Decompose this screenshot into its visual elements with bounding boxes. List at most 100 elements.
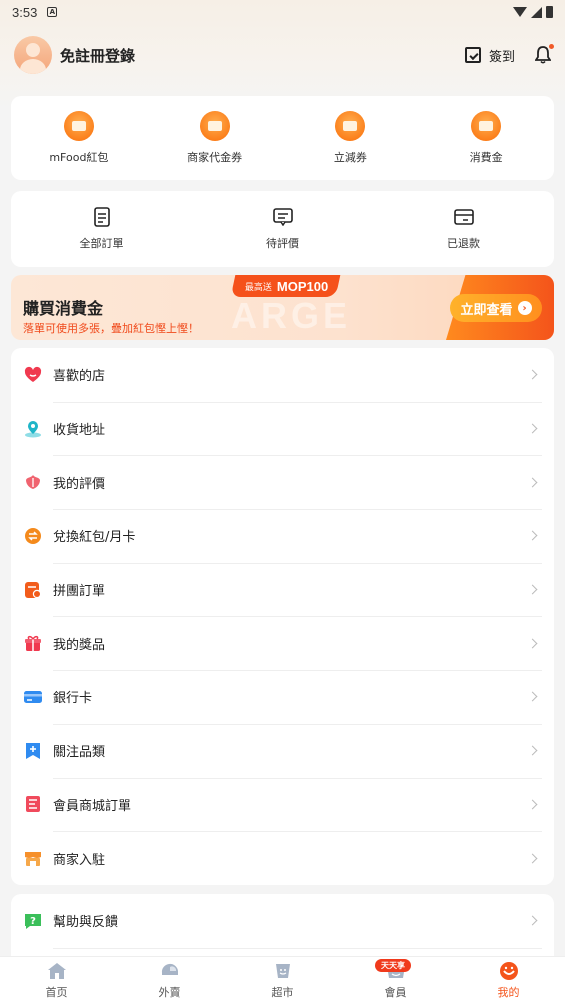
nav-delivery[interactable]: 外賣 <box>113 957 226 1004</box>
badge-prefix: 最高送 <box>245 282 273 293</box>
view-now-button[interactable]: 立即查看 › <box>450 294 542 322</box>
banner-watermark: ARGE <box>231 295 352 336</box>
login-link[interactable]: 免註冊登錄 <box>60 45 135 66</box>
nav-mine[interactable]: 我的 <box>452 957 565 1004</box>
banner-promo-badge: 最高送 MOP100 <box>230 275 341 297</box>
profile-icon <box>499 961 519 981</box>
cta-label: 立即查看 <box>460 302 513 318</box>
chevron-right-icon <box>527 530 538 541</box>
menu-label: 我的評價 <box>53 476 106 492</box>
gift-icon <box>24 634 42 652</box>
menu-help-feedback[interactable]: ? 幫助與反饋 <box>11 894 554 948</box>
quick-discount-coupon[interactable]: 立減券 <box>283 96 419 180</box>
banner-title: 購買消費金 <box>23 299 104 318</box>
supermarket-icon <box>273 961 293 981</box>
order-label: 已退款 <box>447 237 480 250</box>
status-bar: 3:53 A <box>0 0 565 24</box>
red-packet-icon <box>63 111 94 141</box>
status-time: 3:53 <box>12 4 38 20</box>
heart-icon <box>24 366 42 384</box>
nav-label: 外賣 <box>158 986 181 999</box>
menu-follow-category[interactable]: 關注品類 <box>11 723 554 778</box>
shop-icon <box>24 849 42 867</box>
banner-subtitle: 落單可使用多張，疊加紅包慳上慳！ <box>23 322 199 335</box>
quick-label: 商家代金券 <box>187 151 243 164</box>
quick-consumption-credit[interactable]: 消費金 <box>418 96 554 180</box>
chevron-right-icon <box>527 369 538 380</box>
nav-label: 超市 <box>271 986 294 999</box>
orders-card: 全部訂單 待評價 已退款 <box>11 191 554 267</box>
quick-mfood-red-packet[interactable]: mFood紅包 <box>11 96 147 180</box>
chevron-right-icon <box>527 584 538 595</box>
quick-label: 消費金 <box>469 151 503 164</box>
menu-label: 幫助與反饋 <box>53 915 119 931</box>
wallet-icon <box>471 111 502 141</box>
order-label: 待評價 <box>266 237 299 250</box>
discount-coupon-icon <box>335 111 366 141</box>
pending-review-button[interactable]: 待評價 <box>192 191 373 267</box>
chevron-right-icon <box>527 915 538 926</box>
refunded-button[interactable]: 已退款 <box>373 191 554 267</box>
badge-amount: MOP100 <box>277 278 329 294</box>
help-icon: ? <box>24 912 42 930</box>
avatar[interactable] <box>14 36 52 74</box>
quick-label: 立減券 <box>333 151 367 164</box>
review-flower-icon <box>24 473 42 491</box>
quick-merchant-voucher[interactable]: 商家代金券 <box>147 96 283 180</box>
consumption-credit-banner[interactable]: ARGE 購買消費金 落單可使用多張，疊加紅包慳上慳！ 最高送 MOP100 立… <box>11 275 554 340</box>
bottom-navigation: 首页 外賣 超市 天天享 會員 我的 <box>0 956 565 1004</box>
bell-icon[interactable] <box>535 44 554 64</box>
bank-card-icon <box>24 688 42 706</box>
menu-label: 銀行卡 <box>53 691 93 707</box>
nav-badge-daily: 天天享 <box>375 959 411 972</box>
nav-label: 會員 <box>384 986 407 999</box>
menu-exchange-red-packet[interactable]: 兌換紅包/月卡 <box>11 509 554 563</box>
nav-home[interactable]: 首页 <box>0 957 113 1004</box>
chevron-right-icon <box>527 477 538 488</box>
exchange-icon <box>24 527 42 545</box>
menu-my-reviews[interactable]: 我的評價 <box>11 455 554 509</box>
notification-dot <box>549 44 554 49</box>
menu-label: 兌換紅包/月卡 <box>53 530 136 546</box>
calendar-check-icon[interactable] <box>464 47 481 63</box>
svg-text:?: ? <box>30 916 36 927</box>
quick-actions-card: mFood紅包 商家代金券 立減券 消費金 <box>11 96 554 180</box>
comment-icon <box>272 207 293 227</box>
menu-label: 收貨地址 <box>53 423 106 439</box>
nav-label: 首页 <box>45 986 68 999</box>
profile-header: 免註冊登錄 簽到 <box>0 34 565 76</box>
menu-group-orders[interactable]: 拼團訂單 <box>11 562 554 617</box>
chevron-right-icon <box>527 638 538 649</box>
nav-supermarket[interactable]: 超市 <box>226 957 339 1004</box>
menu-label: 拼團訂單 <box>53 584 106 600</box>
chevron-right-icon <box>527 692 538 702</box>
menu-label: 商家入駐 <box>53 852 106 868</box>
nav-member[interactable]: 天天享 會員 <box>339 957 452 1004</box>
menu-bank-card[interactable]: 銀行卡 <box>11 670 554 724</box>
notification-a-icon: A <box>47 7 58 17</box>
menu-my-prizes[interactable]: 我的獎品 <box>11 616 554 670</box>
arrow-right-icon: › <box>517 301 532 315</box>
menu-member-mall-orders[interactable]: 會員商城訂單 <box>11 777 554 832</box>
all-orders-button[interactable]: 全部訂單 <box>11 191 192 267</box>
menu-list: 喜歡的店 收貨地址 我的評價 兌換紅包/月卡 拼團訂單 我的獎品 銀行卡 關注品… <box>11 348 554 885</box>
mall-order-icon <box>24 795 42 813</box>
menu-label: 會員商城訂單 <box>53 798 132 814</box>
chevron-right-icon <box>527 423 538 434</box>
menu-favorite-shops[interactable]: 喜歡的店 <box>11 348 554 402</box>
home-icon <box>47 961 67 981</box>
menu-delivery-address[interactable]: 收貨地址 <box>11 401 554 456</box>
group-order-icon <box>24 581 42 599</box>
follow-category-icon <box>24 742 42 760</box>
menu-label: 喜歡的店 <box>53 369 106 385</box>
chevron-right-icon <box>527 799 538 810</box>
menu-merchant-join[interactable]: 商家入駐 <box>11 831 554 885</box>
voucher-icon <box>199 111 230 141</box>
refund-icon <box>453 207 474 227</box>
order-list-icon <box>92 207 112 227</box>
battery-icon <box>546 6 553 18</box>
order-label: 全部訂單 <box>79 237 124 250</box>
quick-label: mFood紅包 <box>49 151 109 164</box>
checkin-button[interactable]: 簽到 <box>489 46 515 65</box>
menu-label: 關注品類 <box>53 745 106 761</box>
